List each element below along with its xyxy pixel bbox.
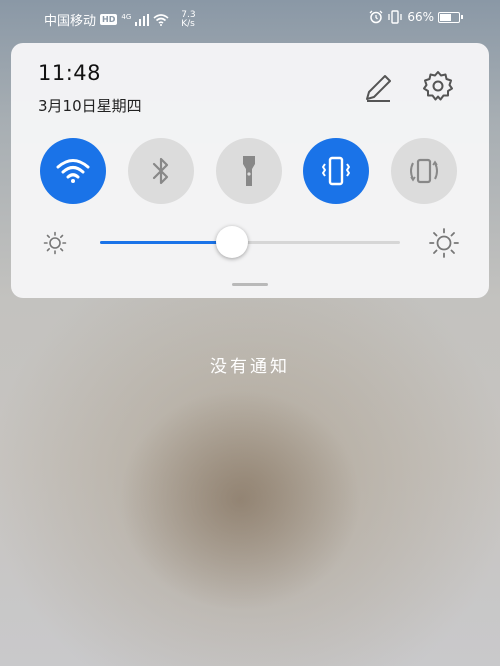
- bluetooth-toggle[interactable]: [128, 138, 194, 204]
- brightness-low-icon: [43, 231, 67, 255]
- network-type: 4G: [121, 12, 132, 21]
- vibrate-toggle[interactable]: [303, 138, 369, 204]
- battery-percent: 66%: [407, 10, 434, 24]
- auto-rotate-toggle[interactable]: [391, 138, 457, 204]
- panel-time: 11:48: [38, 61, 102, 85]
- status-bar-right: 66%: [369, 10, 463, 24]
- no-notifications-text: 没有通知: [210, 357, 290, 377]
- battery-icon: [438, 11, 463, 23]
- status-bar: 中国移动 HD 4G 7.3 K/s 66%: [0, 0, 500, 36]
- wifi-toggle[interactable]: [40, 138, 106, 204]
- quick-settings-panel: 11:48 3月10日星期四: [11, 43, 489, 298]
- bluetooth-icon: [152, 157, 169, 185]
- panel-drag-handle[interactable]: [232, 283, 268, 286]
- speed-unit: K/s: [181, 18, 195, 29]
- wifi-icon: [56, 159, 90, 183]
- panel-date: 3月10日星期四: [38, 97, 142, 115]
- flashlight-icon: [243, 156, 255, 186]
- network-speed: 7.3 K/s: [181, 10, 195, 29]
- vibrate-status-icon: [388, 10, 402, 24]
- rotate-icon: [410, 158, 438, 184]
- brightness-high-icon: [429, 228, 459, 258]
- edit-icon[interactable]: [361, 71, 395, 105]
- vibrate-icon: [322, 156, 350, 186]
- brightness-slider[interactable]: [100, 226, 400, 258]
- hd-badge: HD: [100, 14, 118, 25]
- status-bar-left: 中国移动 HD 4G 7.3 K/s: [44, 10, 196, 29]
- flashlight-toggle[interactable]: [216, 138, 282, 204]
- brightness-slider-thumb[interactable]: [216, 226, 248, 258]
- settings-gear-icon[interactable]: [421, 69, 455, 103]
- carrier-name: 中国移动: [44, 14, 97, 29]
- signal-icon: [135, 13, 150, 26]
- alarm-icon: [369, 10, 383, 24]
- wifi-status-icon: [153, 13, 169, 26]
- brightness-slider-fill: [100, 241, 232, 244]
